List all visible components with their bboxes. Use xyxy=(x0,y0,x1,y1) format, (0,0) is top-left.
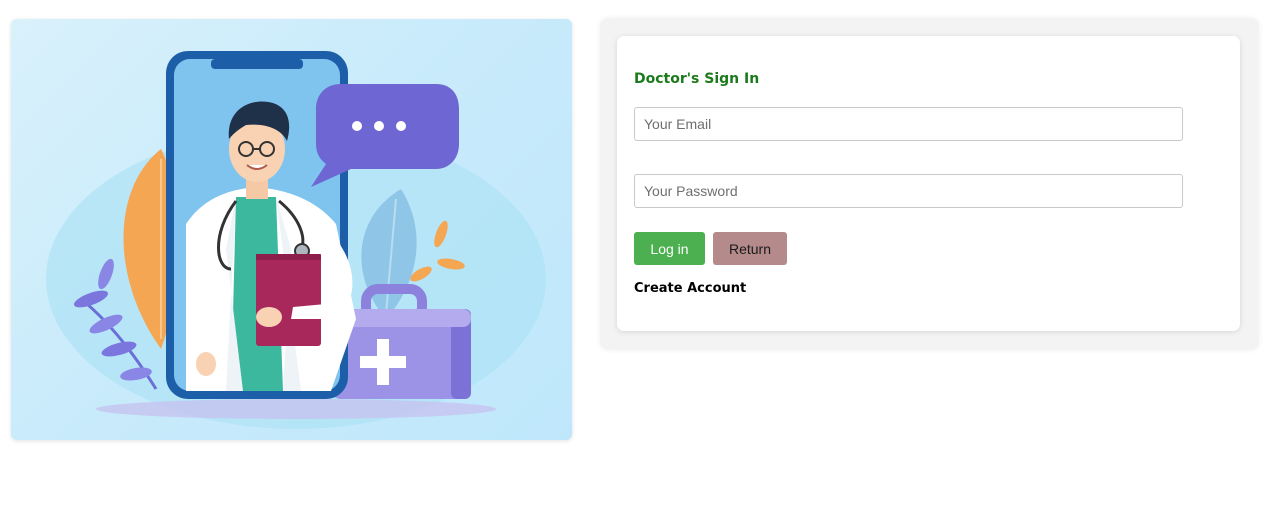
telemedicine-illustration xyxy=(11,19,572,440)
create-account-link[interactable]: Create Account xyxy=(634,281,746,296)
doctor-sign-in-page: Doctor's Sign In Log in Return Create Ac… xyxy=(0,0,1280,522)
return-button[interactable]: Return xyxy=(713,232,787,265)
login-form: Doctor's Sign In Log in Return Create Ac… xyxy=(617,36,1240,331)
page-title: Doctor's Sign In xyxy=(634,71,760,87)
password-input[interactable] xyxy=(634,174,1183,208)
login-button[interactable]: Log in xyxy=(634,232,705,265)
doctor-illustration-svg xyxy=(46,51,546,429)
login-panel: Doctor's Sign In Log in Return Create Ac… xyxy=(600,18,1259,350)
email-input[interactable] xyxy=(634,107,1183,141)
